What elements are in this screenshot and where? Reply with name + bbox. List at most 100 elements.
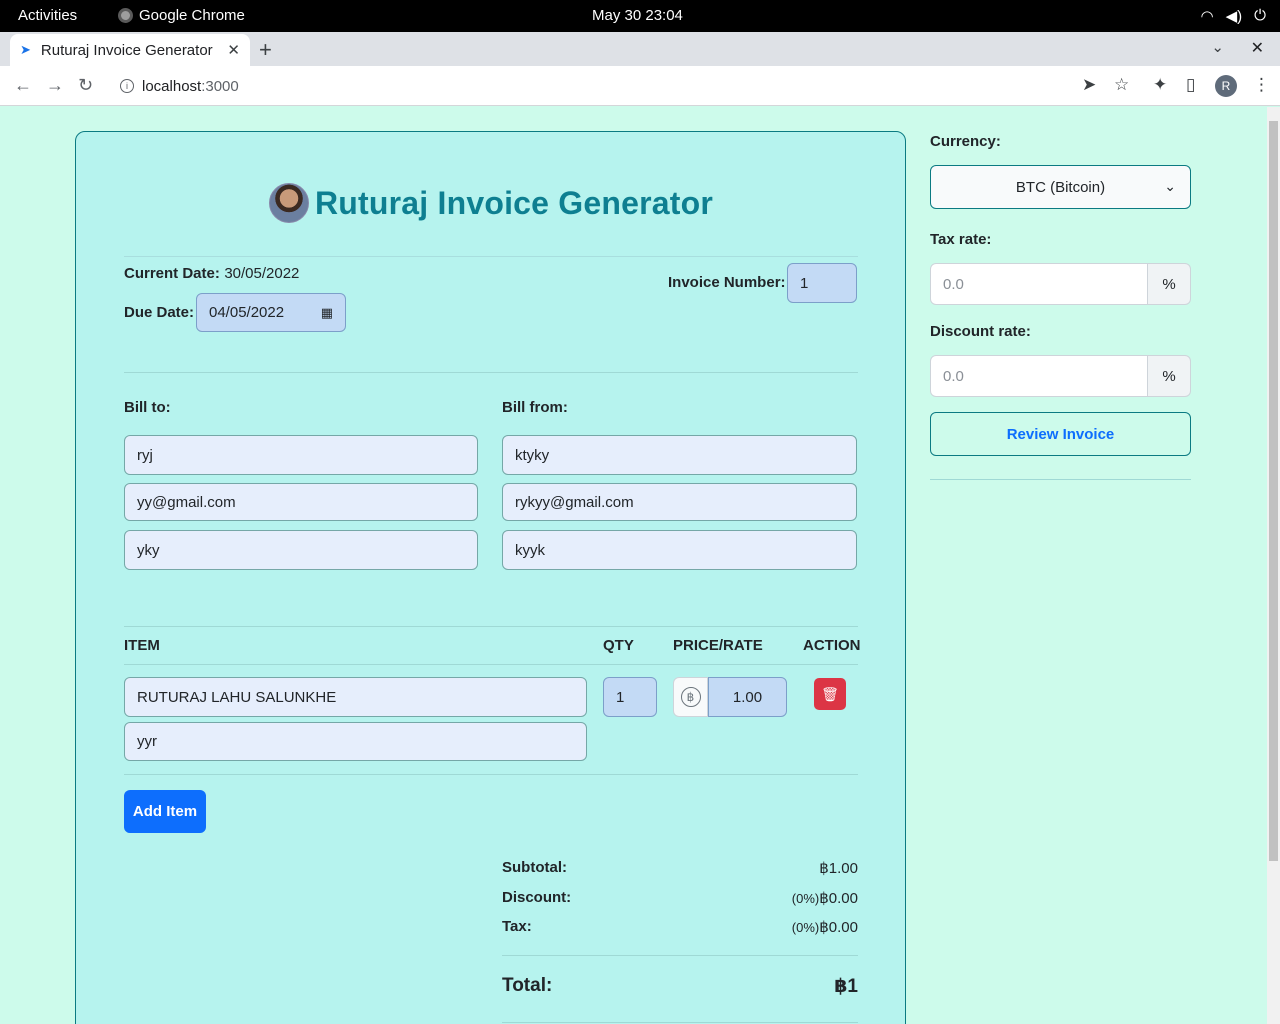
due-date-label: Due Date:: [124, 304, 195, 321]
currency-label: Currency:: [930, 133, 1001, 150]
activities-button[interactable]: Activities: [18, 7, 77, 24]
tax-percent: (0%): [791, 920, 820, 935]
tax-row: Tax: (0%)฿0.00: [502, 918, 858, 936]
bill-from-name-input[interactable]: ktyky: [502, 435, 857, 475]
discount-rate-input[interactable]: 0.0: [930, 355, 1148, 397]
bill-from-address-input[interactable]: kyyk: [502, 530, 857, 570]
summary-bottom-divider: [502, 1022, 858, 1023]
add-item-button[interactable]: Add Item: [124, 790, 206, 833]
scrollbar-thumb[interactable]: [1269, 121, 1278, 861]
menu-icon[interactable]: ⋮: [1253, 75, 1270, 95]
extensions-icon[interactable]: ✦: [1153, 75, 1167, 95]
item-name-input[interactable]: RUTURAJ LAHU SALUNKHE: [124, 677, 587, 717]
chrome-icon: [118, 8, 133, 23]
discount-percent: (0%): [791, 891, 820, 906]
discount-label: Discount:: [502, 889, 572, 906]
window-close-icon[interactable]: ✕: [1251, 38, 1264, 58]
invoice-card: Ruturaj Invoice Generator Current Date: …: [75, 131, 906, 1024]
calendar-icon[interactable]: ▦: [321, 305, 333, 321]
current-date-label: Current Date:: [124, 265, 220, 282]
trash-icon: 🗑: [821, 685, 839, 702]
bitcoin-icon: ฿: [680, 687, 701, 707]
system-tray[interactable]: ◠ ◀) ⏻: [1201, 7, 1267, 25]
page-scrollbar[interactable]: [1267, 107, 1280, 1024]
currency-select[interactable]: BTC (Bitcoin) ⌄: [930, 165, 1191, 209]
subtotal-row: Subtotal: ฿1.00: [502, 859, 858, 877]
address-bar[interactable]: i localhost:3000: [108, 70, 1144, 102]
column-header-action: ACTION: [803, 637, 861, 654]
item-qty-input[interactable]: 1: [603, 677, 657, 717]
side-divider: [930, 479, 1191, 480]
currency-addon: ฿: [673, 677, 708, 717]
new-tab-button[interactable]: +: [259, 37, 272, 63]
due-date-value: 04/05/2022: [209, 304, 285, 321]
reload-icon[interactable]: ↻: [78, 75, 93, 96]
forward-icon[interactable]: →: [46, 75, 64, 96]
total-label: Total:: [502, 975, 553, 996]
chevron-down-icon: ⌄: [1164, 178, 1176, 194]
profile-avatar[interactable]: R: [1215, 75, 1237, 97]
system-top-bar: Activities Google Chrome May 30 23:04 ◠ …: [0, 0, 1280, 32]
tax-rate-input[interactable]: 0.0: [930, 263, 1148, 305]
item-price-input[interactable]: 1.00: [708, 677, 787, 717]
close-tab-icon[interactable]: ✕: [227, 41, 240, 59]
app-name: Google Chrome: [139, 7, 245, 24]
volume-icon: ◀): [1225, 8, 1243, 25]
invoice-number-input[interactable]: 1: [787, 263, 857, 303]
table-bottom-border: [124, 774, 858, 775]
bill-to-label: Bill to:: [124, 399, 171, 416]
discount-percent-addon: %: [1148, 355, 1191, 397]
tab-strip: ➤ Ruturaj Invoice Generator ✕ + ⌄ ✕: [0, 32, 1280, 66]
tax-value: ฿0.00: [819, 919, 858, 936]
subtotal-value: ฿1.00: [819, 860, 858, 877]
due-date-input[interactable]: 04/05/2022 ▦: [196, 293, 346, 332]
bill-to-name-input[interactable]: ryj: [124, 435, 478, 475]
tax-label: Tax:: [502, 918, 532, 935]
table-header-border: [124, 664, 858, 665]
current-date-value: 30/05/2022: [224, 265, 300, 282]
clock[interactable]: May 30 23:04: [592, 7, 683, 24]
page-title: Ruturaj Invoice Generator: [315, 184, 713, 221]
tab-invoice[interactable]: ➤ Ruturaj Invoice Generator ✕: [10, 34, 250, 66]
url-host: localhost: [142, 77, 202, 95]
divider: [124, 372, 858, 373]
power-icon: ⏻: [1254, 7, 1266, 24]
item-description-input[interactable]: yyr: [124, 722, 587, 761]
bill-from-label: Bill from:: [502, 399, 568, 416]
avatar: [269, 183, 309, 223]
star-icon[interactable]: ☆: [1114, 75, 1129, 95]
page-viewport: Ruturaj Invoice Generator Current Date: …: [0, 107, 1267, 1024]
discount-rate-group: 0.0 %: [930, 355, 1191, 397]
browser-toolbar: ← → ↻ i localhost:3000 ➤ ☆ ✦ ▯ R ⋮: [0, 66, 1280, 106]
discount-rate-label: Discount rate:: [930, 323, 1031, 340]
invoice-header: Ruturaj Invoice Generator: [124, 177, 858, 257]
delete-item-button[interactable]: 🗑: [814, 678, 846, 710]
total-row: Total: ฿1: [502, 975, 858, 998]
column-header-item: ITEM: [124, 637, 160, 654]
bill-from-email-input[interactable]: rykyy@gmail.com: [502, 483, 857, 521]
review-invoice-button[interactable]: Review Invoice: [930, 412, 1191, 456]
profile-initial: R: [1215, 75, 1237, 97]
tab-title: Ruturaj Invoice Generator: [40, 41, 213, 59]
currency-selected-value: BTC (Bitcoin): [1015, 178, 1106, 196]
app-menu[interactable]: Google Chrome: [118, 7, 245, 24]
bill-to-address-input[interactable]: yky: [124, 530, 478, 570]
side-panel-icon[interactable]: ▯: [1186, 75, 1195, 95]
tab-search-icon[interactable]: ⌄: [1211, 38, 1224, 56]
tax-percent-addon: %: [1148, 263, 1191, 305]
subtotal-label: Subtotal:: [502, 859, 567, 876]
column-header-price: PRICE/RATE: [673, 637, 763, 654]
paper-plane-icon: ➤: [20, 42, 31, 57]
url-port: :3000: [201, 77, 239, 95]
invoice-number-label: Invoice Number:: [668, 274, 786, 291]
tax-rate-group: 0.0 %: [930, 263, 1191, 305]
site-info-icon[interactable]: i: [120, 79, 134, 93]
send-icon[interactable]: ➤: [1082, 75, 1096, 95]
tax-rate-label: Tax rate:: [930, 231, 992, 248]
column-header-qty: QTY: [603, 637, 634, 654]
bill-to-email-input[interactable]: yy@gmail.com: [124, 483, 478, 521]
current-date-row: Current Date: 30/05/2022: [124, 265, 299, 283]
discount-row: Discount: (0%)฿0.00: [502, 889, 858, 907]
summary-divider: [502, 955, 858, 956]
back-icon[interactable]: ←: [14, 75, 32, 96]
